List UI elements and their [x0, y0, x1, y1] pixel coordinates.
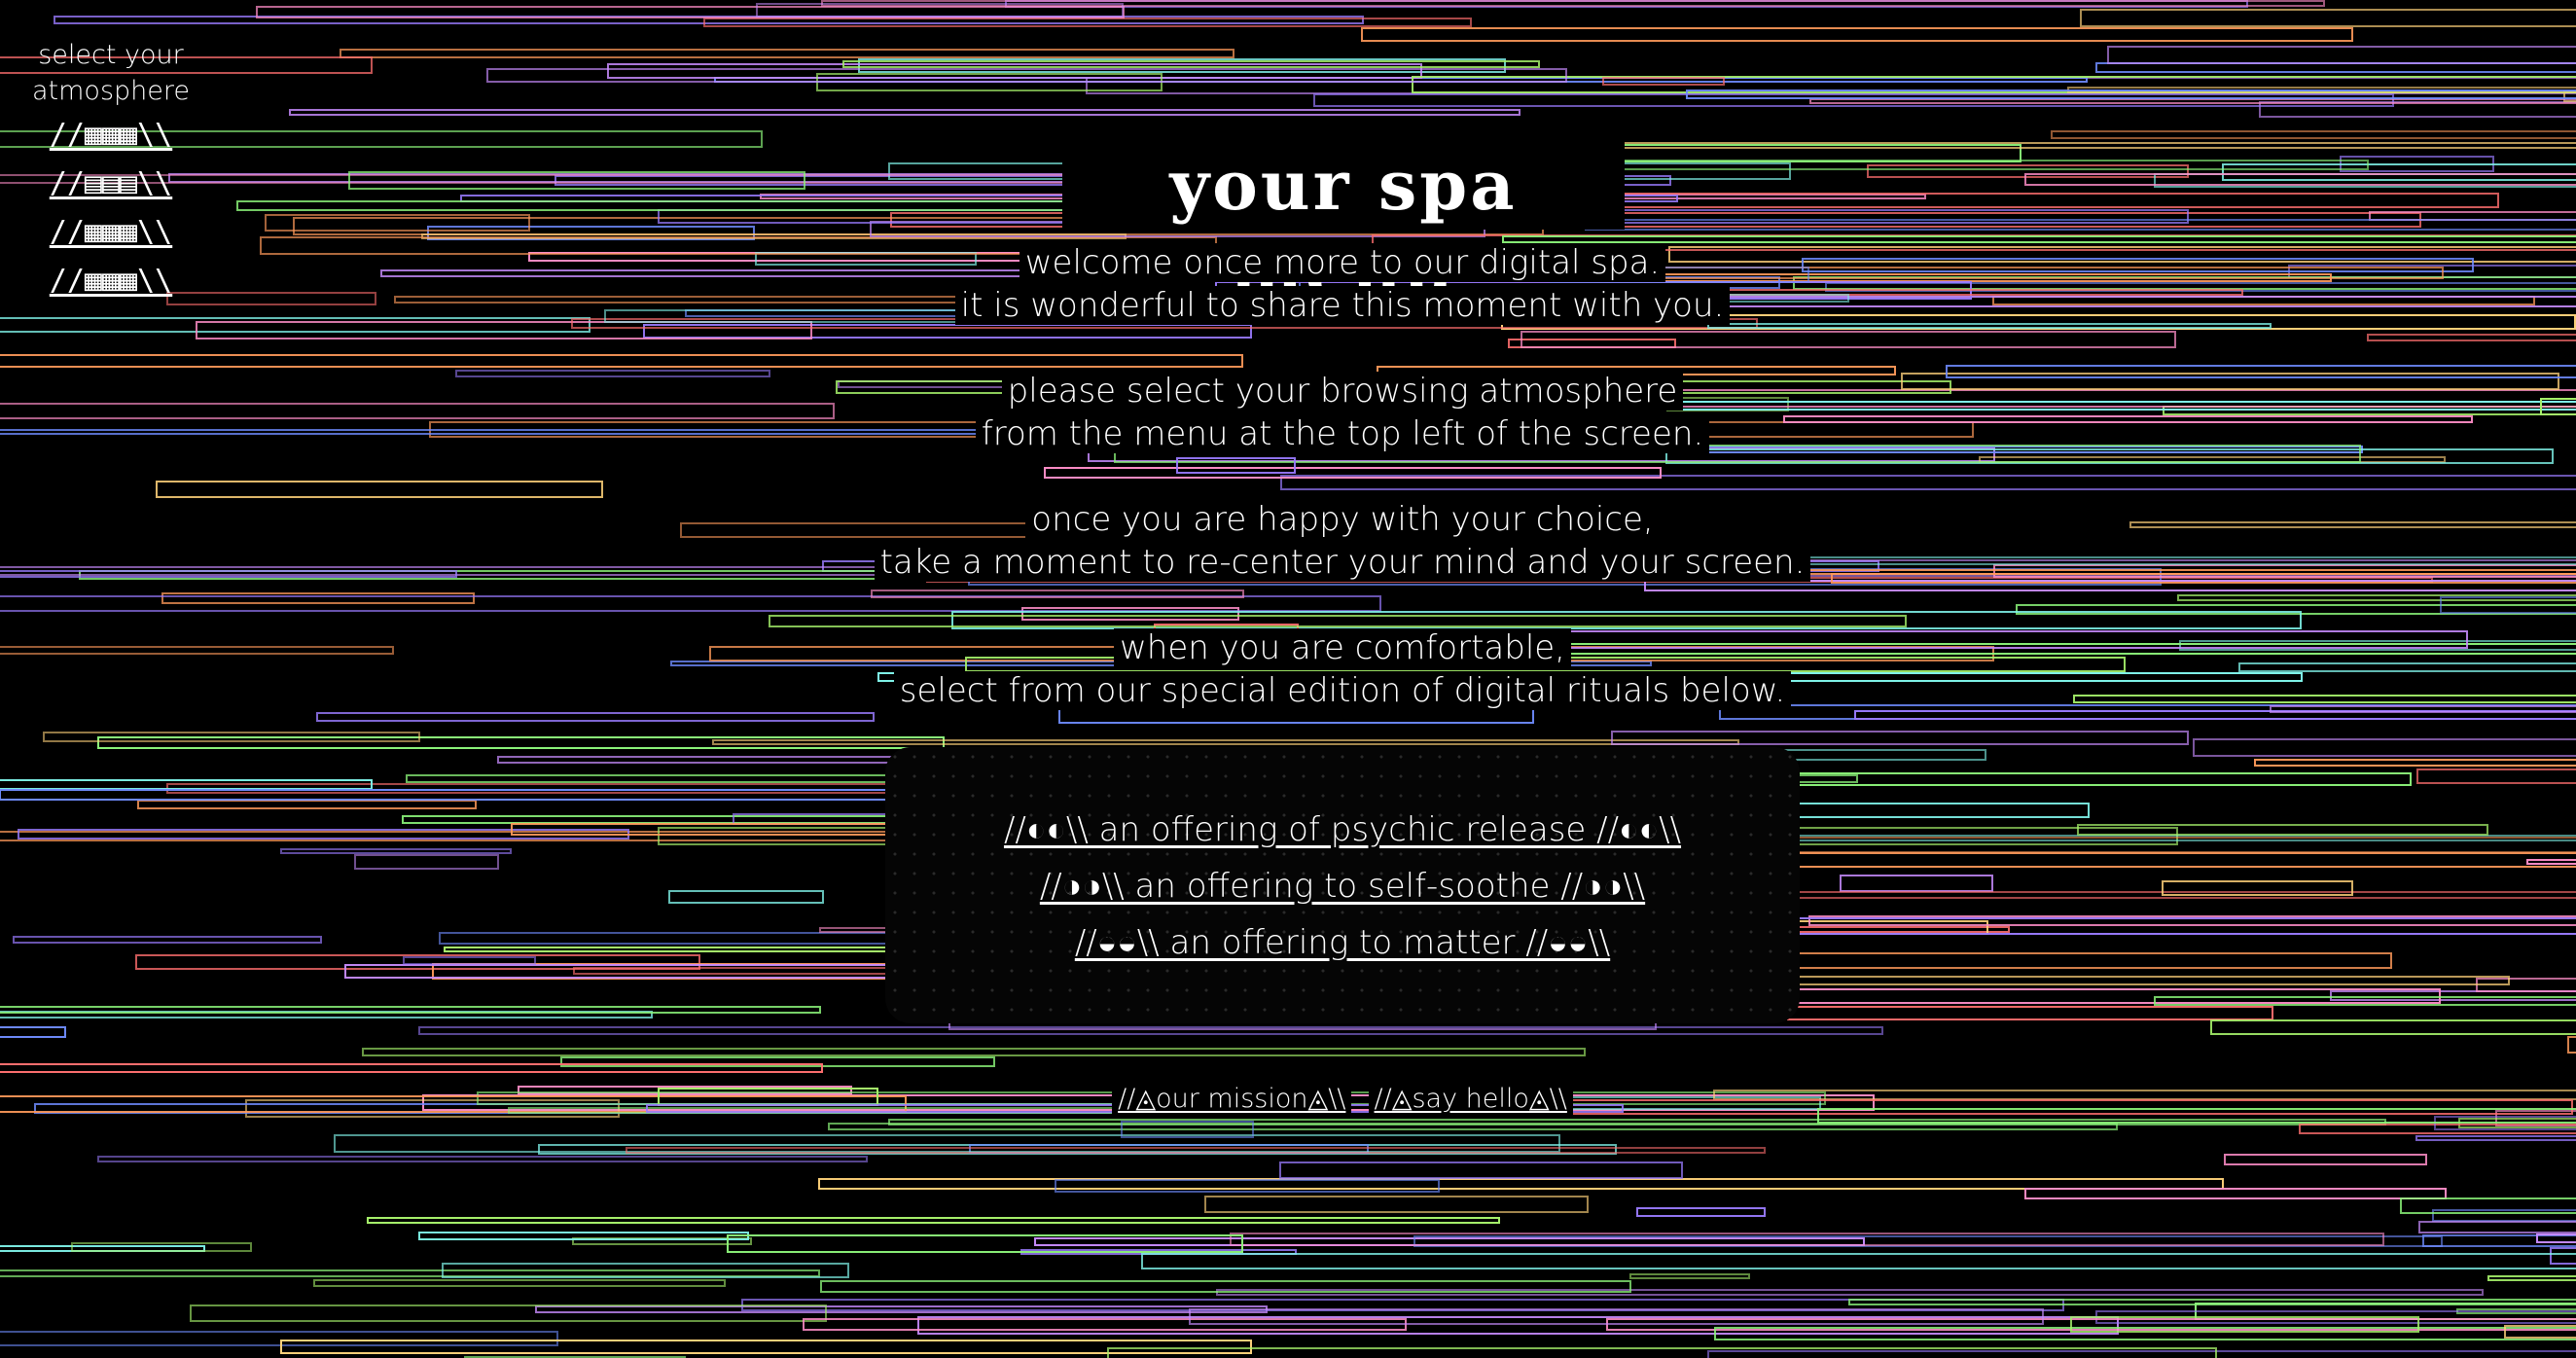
intro-line: please select your browsing atmosphere: [1001, 372, 1684, 411]
background-line: [486, 68, 1567, 83]
background-line: [2238, 662, 2576, 672]
background-line: [2270, 705, 2576, 713]
background-line: [2051, 130, 2576, 139]
background-line: [403, 956, 536, 965]
page-title: your spa menu: [1062, 142, 1625, 313]
background-line: [1629, 1273, 1750, 1279]
background-line: [1279, 1161, 1683, 1179]
background-line: [626, 1147, 1766, 1154]
background-line: [0, 646, 394, 655]
background-line: [13, 936, 322, 944]
background-line: [1636, 1207, 1766, 1217]
background-line: [2367, 334, 2576, 341]
background-line: [2416, 768, 2576, 784]
background-line: [1787, 1006, 2273, 1020]
background-line: [2487, 1275, 2576, 1281]
background-line: [2422, 1234, 2576, 1247]
intro-line: once you are happy with your choice,: [1025, 500, 1660, 539]
intro-line: select from our special edition of digit…: [893, 671, 1792, 710]
background-line: [2259, 101, 2576, 118]
background-line: [1034, 1237, 1865, 1246]
background-line: [2432, 1209, 2576, 1222]
ritual-link-self-soothe[interactable]: //◑◑\\ an offering to self-soothe //◑◑\\: [885, 858, 1800, 914]
background-line: [2107, 46, 2576, 64]
background-line: [0, 1331, 558, 1346]
background-line: [2073, 695, 2576, 703]
background-line: [668, 890, 824, 904]
background-line: [1677, 976, 2510, 985]
background-line: [2415, 1135, 2576, 1141]
background-line: [2526, 859, 2576, 865]
background-line: [2550, 1247, 2576, 1265]
background-line: [367, 1217, 1500, 1224]
background-line: [0, 1026, 66, 1038]
background-line: [2418, 1221, 2576, 1233]
atmosphere-option-3[interactable]: //▦▦▦\\: [18, 210, 204, 255]
background-line: [2080, 9, 2576, 27]
intro-paragraph-rituals: when you are comfortable, select from ou…: [681, 626, 2004, 712]
rituals-panel: //◐◐\\ an offering of psychic release //…: [885, 747, 1800, 1023]
background-line: [0, 1269, 820, 1277]
background-line: [1585, 219, 2576, 231]
background-line: [280, 848, 512, 854]
background-line: [1141, 1253, 2576, 1269]
background-line: [1361, 27, 2353, 42]
background-line: [161, 592, 475, 604]
background-line: [1107, 1347, 2217, 1358]
background-line: [97, 1156, 868, 1162]
atmosphere-menu-heading: select your atmosphere: [32, 40, 190, 106]
intro-paragraph-welcome: welcome once more to our digital spa. it…: [681, 241, 2004, 327]
background-line: [2193, 738, 2576, 757]
intro-line: from the menu at the top left of the scr…: [975, 414, 1710, 453]
intro-paragraph-select: please select your browsing atmosphere f…: [681, 370, 2004, 455]
background-line: [2210, 1019, 2576, 1035]
background-line: [1840, 875, 1993, 892]
background-line: [1992, 296, 2535, 305]
ritual-link-matter[interactable]: //◒◒\\ an offering to matter //◒◒\\: [885, 914, 1800, 971]
background-line: [1055, 1179, 1440, 1193]
atmosphere-option-2[interactable]: //▤▤▤\\: [18, 161, 204, 206]
background-line: [2567, 1036, 2576, 1054]
background-line: [340, 49, 1234, 58]
intro-text: welcome once more to our digital spa. it…: [681, 241, 2004, 755]
background-line: [2095, 62, 2576, 73]
background-line: [0, 317, 590, 333]
background-line: [2024, 1188, 2447, 1199]
background-line: [818, 1178, 2224, 1190]
background-line: [156, 481, 603, 498]
background-line: [1867, 164, 2189, 178]
background-line: [236, 200, 1203, 211]
background-line: [2077, 824, 2488, 836]
atmosphere-menu: select your atmosphere //▦▦▦\\ //▤▤▤\\ /…: [18, 37, 204, 307]
intro-paragraph-recenter: once you are happy with your choice, tak…: [681, 498, 2004, 584]
intro-line: it is wonderful to share this moment wit…: [954, 286, 1731, 325]
intro-line: take a moment to re-center your mind and…: [874, 543, 1811, 582]
atmosphere-option-4[interactable]: //▦▦▦\\: [18, 259, 204, 304]
footer-nav: //◬our mission◬\\ //◬say hello◬\\: [973, 1082, 1712, 1116]
background-line: [362, 1048, 1586, 1056]
background-line: [2254, 759, 2576, 767]
background-line: [289, 109, 1521, 116]
background-line: [280, 1340, 1252, 1354]
ritual-link-psychic-release[interactable]: //◐◐\\ an offering of psychic release //…: [885, 802, 1800, 858]
intro-line: when you are comfortable,: [1114, 628, 1571, 667]
background-line: [2129, 521, 2576, 528]
background-line: [137, 800, 477, 809]
background-line: [1569, 1099, 2573, 1115]
background-line: [2224, 1154, 2427, 1165]
background-line: [1946, 365, 2576, 378]
background-line: [1771, 952, 2392, 969]
background-line: [1848, 1299, 2576, 1305]
our-mission-link[interactable]: //◬our mission◬\\: [1112, 1082, 1352, 1116]
say-hello-link[interactable]: //◬say hello◬\\: [1368, 1082, 1573, 1116]
background-line: [354, 854, 499, 870]
background-line: [1707, 1350, 2576, 1358]
background-line: [0, 1006, 821, 1014]
background-line: [334, 1134, 1560, 1153]
background-line: [2330, 990, 2576, 1001]
atmosphere-option-1[interactable]: //▦▦▦\\: [18, 113, 204, 158]
intro-line: welcome once more to our digital spa.: [1019, 243, 1666, 282]
background-line: [1204, 1196, 1589, 1213]
background-line: [313, 1279, 726, 1287]
